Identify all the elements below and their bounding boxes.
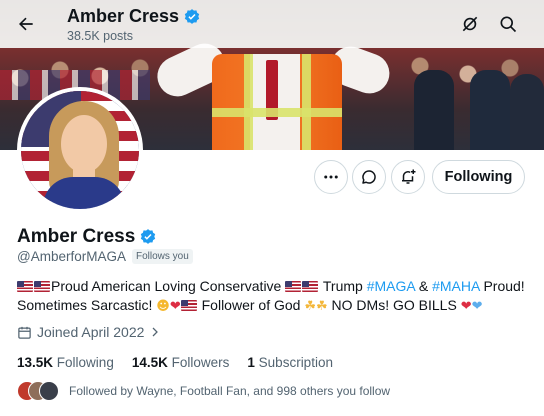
banner-person [414,70,454,150]
mini-avatar [39,381,59,401]
bell-plus-icon [402,169,416,184]
winking-face-emoji: ☻ [156,299,170,314]
header-title-block: Amber Cress 38.5K posts [67,6,201,43]
hashtag-link-maha[interactable]: #MAHA [432,278,479,294]
red-heart-emoji: ❤ [460,299,472,314]
banner-person [510,74,544,150]
banner-vest-stripe [212,108,342,117]
arrow-left-icon [19,17,33,31]
verified-badge-icon [184,8,200,24]
bio-text: Proud! [483,278,525,294]
subscription-label: Subscription [258,355,333,370]
bio-text: NO DMs! GO BILLS [331,297,457,313]
joined-text: Joined April 2022 [37,324,145,340]
us-flag-emoji [17,281,33,292]
followers-label: Followers [171,355,230,370]
bio-text: Trump [322,278,363,294]
bio-text: Proud American Loving Conservative [51,278,282,294]
followers-count-link[interactable]: 14.5K Followers [132,355,230,370]
bio-text: Follower of God [201,297,301,313]
subscription-count: 1 [247,355,255,370]
chevron-right-icon [152,327,159,337]
praying-hands-emoji: ☘ [316,299,328,314]
subscription-count-link[interactable]: 1 Subscription [247,355,333,370]
us-flag-emoji [285,281,302,292]
verified-badge-icon[interactable] [139,228,157,246]
handle-row: @AmberforMAGA Follows you [17,249,193,264]
profile-name: Amber Cress [17,226,136,247]
subscribe-notifications-button[interactable] [391,160,425,194]
followed-by-text: Followed by Wayne, Football Fan, and 998… [69,384,391,398]
praying-hands-emoji: ☘ [304,299,316,314]
follows-you-badge: Follows you [131,249,193,264]
joined-date[interactable]: Joined April 2022 [17,324,161,340]
search-icon [500,16,517,33]
profile-name-row: Amber Cress [17,226,157,248]
avatar-outfit [43,177,125,209]
us-flag-emoji [34,281,50,292]
banner-vest-stripe [244,54,253,150]
profile-handle: @AmberforMAGA [17,249,126,264]
more-dots-icon [324,175,338,179]
more-button[interactable] [314,160,348,194]
followed-by-row[interactable]: Followed by Wayne, Football Fan, and 998… [17,381,390,401]
red-heart-emoji: ❤ [169,299,181,314]
header-name: Amber Cress [67,6,180,26]
back-button[interactable] [10,8,42,40]
notifications-button[interactable] [454,8,486,40]
bio-text: & [418,278,429,294]
following-count-link[interactable]: 13.5K Following [17,355,114,370]
following-label: Following [56,355,114,370]
followers-count: 14.5K [131,355,168,370]
top-nav-bar: Amber Cress 38.5K posts [0,0,544,48]
calendar-icon [18,326,31,339]
banner-person [470,70,510,150]
message-button[interactable] [352,160,386,194]
message-icon [362,170,376,184]
following-count: 13.5K [17,355,54,370]
us-flag-emoji [302,281,319,292]
post-count: 38.5K posts [67,29,134,43]
avatar-face [61,115,107,173]
search-button[interactable] [492,8,524,40]
banner-vest-stripe [302,54,311,150]
bell-slash-icon [462,16,478,32]
hashtag-link-maga[interactable]: #MAGA [367,278,415,294]
us-flag-emoji [180,300,197,311]
follow-stats: 13.5K Following 14.5K Followers 1 Subscr… [17,355,333,370]
following-button[interactable]: Following [432,160,525,194]
bio-text: Sometimes Sarcastic! [17,297,153,313]
avatar[interactable] [17,87,143,213]
blue-heart-emoji: ❤ [471,299,483,314]
mutual-followers-avatars [17,381,59,401]
profile-bio: Proud American Loving Conservative Trump… [17,277,532,316]
